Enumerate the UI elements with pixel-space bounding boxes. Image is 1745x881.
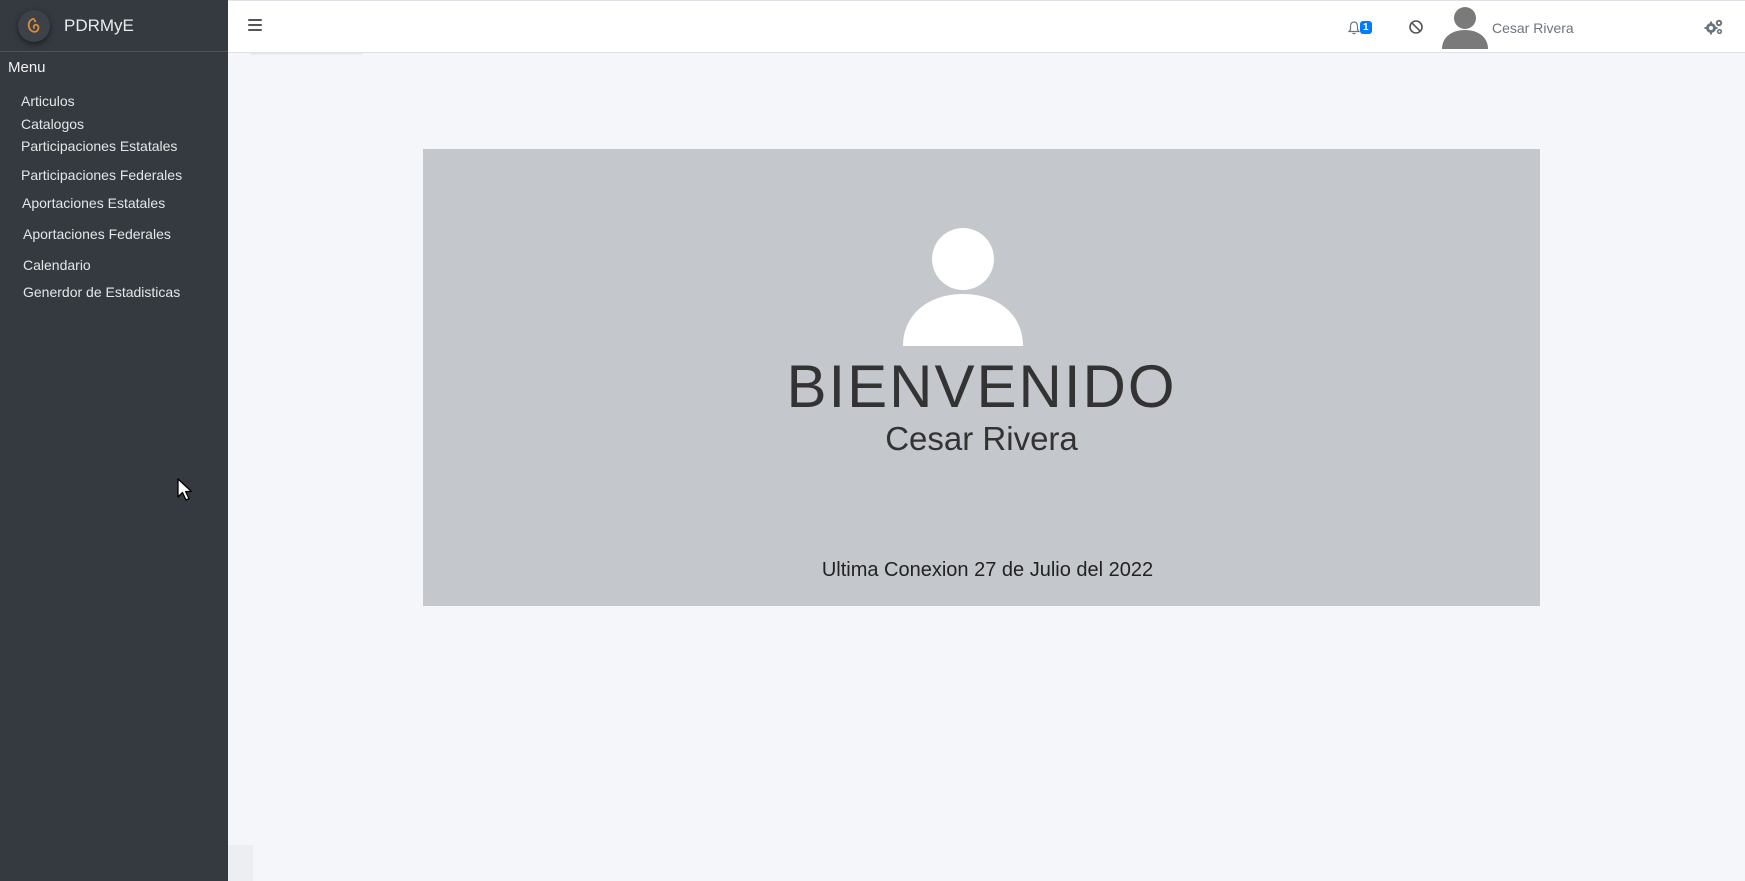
menu-icon[interactable] [248, 19, 262, 31]
user-avatar-icon[interactable] [1442, 5, 1488, 49]
brand-logo-icon [18, 9, 50, 42]
brand-name: PDRMyE [64, 15, 134, 35]
sidebar-item-participaciones-estatales[interactable]: Participaciones Estatales [21, 138, 177, 154]
footer-edge [228, 845, 253, 881]
top-navbar: 1 Cesar Rivera [228, 0, 1745, 53]
menu-header: Menu [8, 59, 46, 76]
mouse-cursor-icon [177, 478, 193, 501]
last-connection-text: Ultima Conexion 27 de Julio del 2022 [821, 559, 1154, 581]
notification-badge: 1 [1360, 21, 1372, 34]
sidebar: PDRMyE Menu Articulos Catalogos Particip… [0, 0, 228, 881]
sidebar-item-articulos[interactable]: Articulos [21, 93, 75, 109]
sidebar-item-aportaciones-estatales[interactable]: Aportaciones Estatales [22, 195, 165, 211]
sidebar-item-catalogos[interactable]: Catalogos [21, 116, 84, 132]
tab-strip [250, 53, 362, 55]
navbar-user-name[interactable]: Cesar Rivera [1492, 20, 1574, 36]
brand-link[interactable]: PDRMyE [0, 0, 228, 52]
welcome-card: BIENVENIDO Cesar Rivera Ultima Conexion … [423, 149, 1540, 606]
gears-icon[interactable] [1704, 18, 1724, 36]
ban-icon[interactable] [1408, 19, 1424, 35]
welcome-user-name: Cesar Rivera [885, 420, 1078, 457]
notifications-button[interactable]: 1 [1348, 18, 1382, 38]
sidebar-item-generador-estadisticas[interactable]: Generdor de Estadisticas [23, 284, 180, 300]
sidebar-item-participaciones-federales[interactable]: Participaciones Federales [21, 167, 182, 183]
bell-icon [1348, 21, 1360, 35]
welcome-title: BIENVENIDO [786, 353, 1177, 420]
user-avatar-icon [903, 228, 1023, 346]
sidebar-item-calendario[interactable]: Calendario [23, 257, 91, 273]
sidebar-item-aportaciones-federales[interactable]: Aportaciones Federales [23, 226, 171, 242]
